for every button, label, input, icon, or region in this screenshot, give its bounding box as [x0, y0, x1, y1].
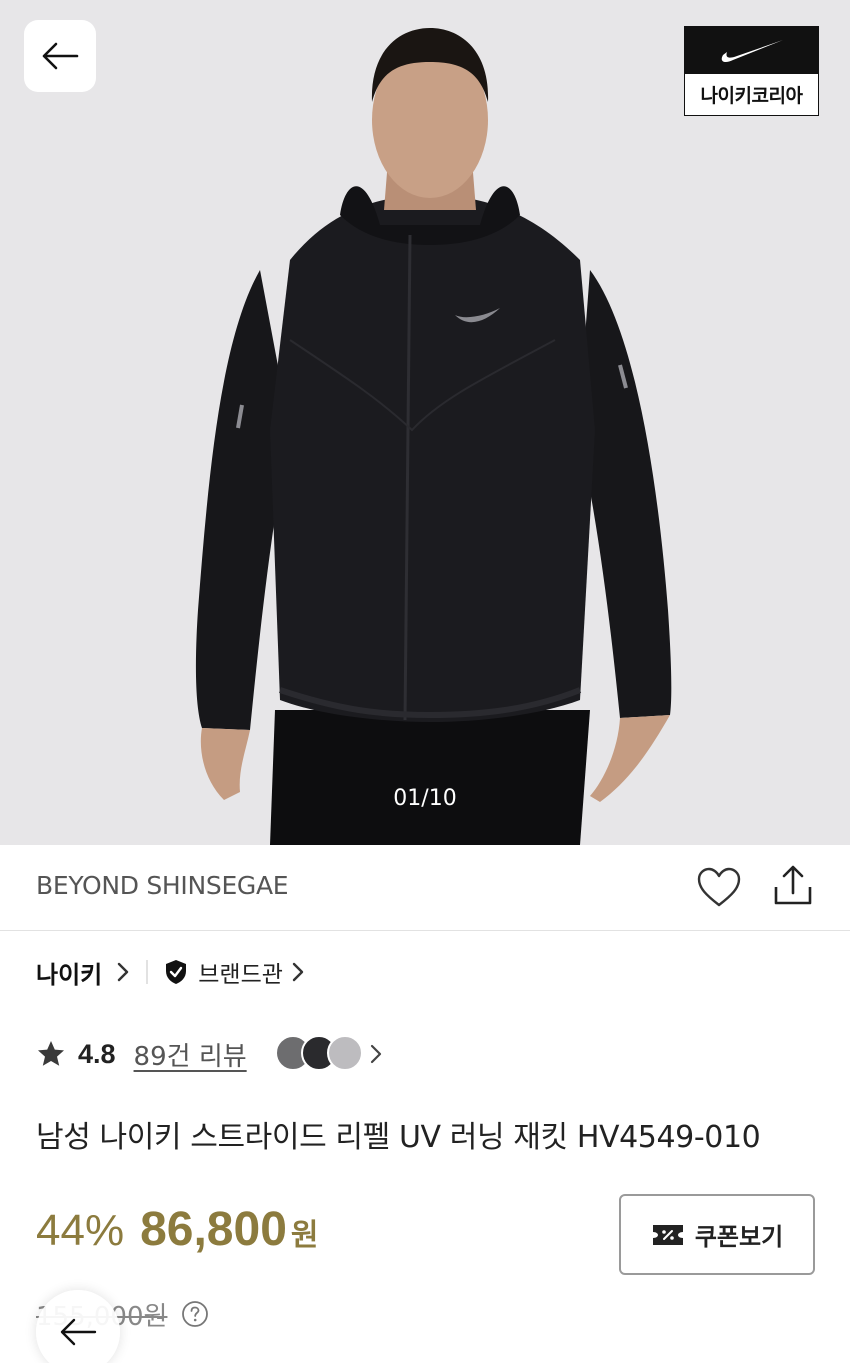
price-row: 44% 86,800 원	[36, 1202, 319, 1257]
rating-row: 4.8 89건 리뷰	[36, 1032, 383, 1076]
chevron-right-icon	[118, 962, 129, 982]
brand-name-link[interactable]: 나이키	[36, 955, 102, 990]
heart-icon[interactable]	[696, 865, 742, 911]
seller-name[interactable]: BEYOND SHINSEGAE	[36, 871, 289, 900]
chevron-right-icon[interactable]	[369, 1043, 383, 1065]
coupon-icon	[652, 1224, 683, 1245]
rating-score: 4.8	[78, 1038, 116, 1069]
brand-badge-label: 나이키코리아	[700, 85, 803, 107]
review-count-link[interactable]: 89건 리뷰	[134, 1036, 247, 1073]
chevron-right-icon	[292, 962, 304, 982]
coupon-view-label: 쿠폰보기	[694, 1223, 784, 1251]
image-counter: 01/10	[393, 786, 457, 811]
arrow-left-icon	[60, 1318, 97, 1346]
coupon-view-button[interactable]: 쿠폰보기	[619, 1194, 815, 1275]
review-thumbnails[interactable]	[274, 1035, 367, 1073]
brand-row: 나이키 브랜드관	[36, 950, 305, 994]
star-icon	[38, 1041, 64, 1066]
product-photo	[195, 28, 672, 845]
help-icon[interactable]	[181, 1300, 209, 1328]
brand-badge[interactable]: 나이키코리아	[684, 26, 819, 116]
seller-bar: BEYOND SHINSEGAE	[0, 845, 850, 931]
product-image-carousel[interactable]: 나이키코리아 01/10	[0, 0, 850, 845]
sale-price: 86,800	[140, 1203, 287, 1256]
discount-rate: 44%	[36, 1206, 125, 1255]
nike-logo	[685, 27, 818, 74]
review-thumbnail	[326, 1035, 363, 1071]
divider	[146, 960, 149, 984]
product-title: 남성 나이키 스트라이드 리펠 UV 러닝 재킷 HV4549-010	[36, 1120, 761, 1155]
nike-swoosh-icon	[721, 39, 783, 62]
brand-shop-link[interactable]: 브랜드관	[198, 955, 283, 989]
shield-check-icon	[166, 960, 187, 984]
arrow-left-icon	[42, 42, 79, 70]
back-button[interactable]	[24, 20, 96, 92]
share-icon[interactable]	[770, 863, 816, 909]
currency-unit: 원	[290, 1218, 319, 1253]
